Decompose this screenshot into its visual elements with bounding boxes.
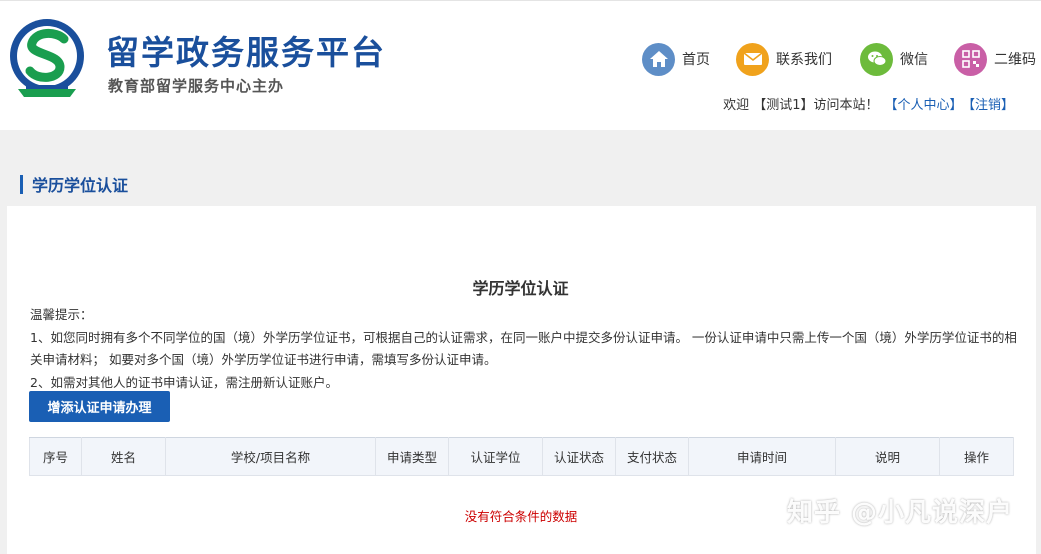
- section-header: 学历学位认证: [20, 174, 129, 195]
- site-header: 留学政务服务平台 教育部留学服务中心主办 首页 联系我们 微信 二维码 欢迎 【…: [0, 0, 1041, 130]
- col-header-type: 申请类型: [375, 437, 449, 476]
- section-accent-bar: [20, 174, 23, 194]
- col-header-action: 操作: [939, 437, 1014, 476]
- notice-line-1: 1、如您同时拥有多个不同学位的国（境）外学历学位证书，可根据自己的认证需求，在同…: [30, 329, 1017, 368]
- welcome-text: 欢迎 【测试1】访问本站！: [723, 98, 879, 113]
- wechat-icon: [860, 42, 893, 76]
- notice-heading: 温馨提示：: [30, 307, 93, 322]
- watermark: 知乎 @小凡说深户: [786, 498, 1013, 528]
- nav-home[interactable]: 首页: [642, 41, 710, 77]
- site-subtitle: 教育部留学服务中心主办: [108, 77, 285, 95]
- page-title: 学历学位认证: [472, 279, 569, 298]
- col-header-name: 姓名: [81, 437, 166, 476]
- nav-wechat-label: 微信: [900, 52, 928, 68]
- nav-contact-label: 联系我们: [776, 52, 832, 68]
- col-header-note: 说明: [835, 437, 940, 476]
- section-title: 学历学位认证: [32, 176, 129, 195]
- notice-box: 温馨提示： 1、如您同时拥有多个不同学位的国（境）外学历学位证书，可根据自己的认…: [30, 304, 1020, 394]
- col-header-pay-status: 支付状态: [615, 437, 689, 476]
- col-header-index: 序号: [29, 437, 82, 476]
- nav-qrcode-label: 二维码: [994, 52, 1036, 68]
- top-nav: 首页 联系我们 微信 二维码: [0, 41, 1041, 77]
- mail-icon: [736, 42, 769, 76]
- table-header-row: 序号 姓名 学校/项目名称 申请类型 认证学位 认证状态 支付状态 申请时间 说…: [29, 437, 1014, 476]
- col-header-school: 学校/项目名称: [165, 437, 376, 476]
- notice-line-2: 2、如需对其他人的证书申请认证，需注册新认证账户。: [30, 374, 338, 390]
- qrcode-icon: [954, 42, 987, 76]
- nav-wechat[interactable]: 微信: [860, 41, 928, 77]
- logout-link[interactable]: 【注销】: [968, 98, 1014, 113]
- profile-link[interactable]: 【个人中心】: [884, 98, 962, 113]
- nav-home-label: 首页: [682, 52, 710, 68]
- user-bar: 欢迎 【测试1】访问本站！ 【个人中心】 【注销】: [723, 94, 1014, 113]
- col-header-apply-time: 申请时间: [688, 437, 836, 476]
- add-application-button[interactable]: 增添认证申请办理: [29, 391, 170, 422]
- col-header-cert-status: 认证状态: [542, 437, 616, 476]
- nav-qrcode[interactable]: 二维码: [954, 41, 1036, 77]
- nav-contact[interactable]: 联系我们: [736, 41, 832, 77]
- col-header-degree: 认证学位: [448, 437, 543, 476]
- home-icon: [642, 42, 675, 76]
- applications-table: 序号 姓名 学校/项目名称 申请类型 认证学位 认证状态 支付状态 申请时间 说…: [29, 437, 1014, 476]
